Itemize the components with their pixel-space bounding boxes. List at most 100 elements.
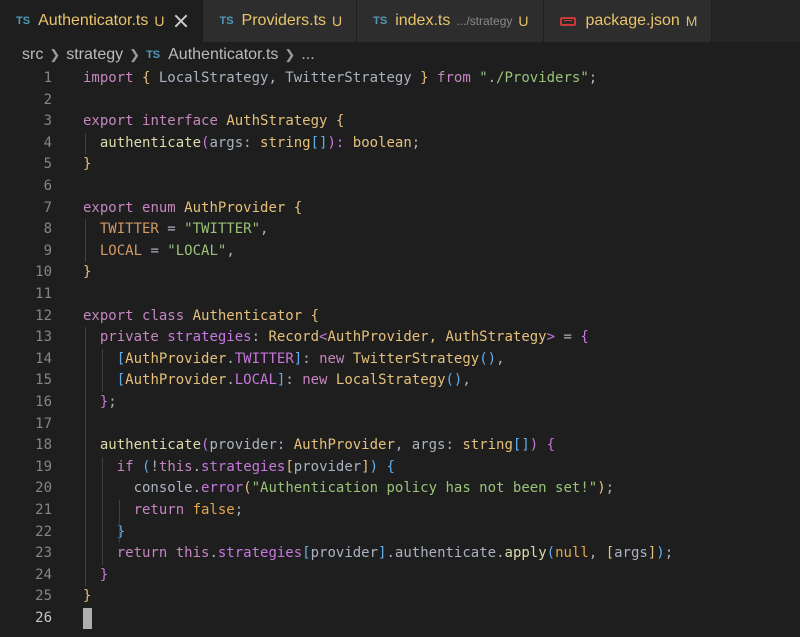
code-line[interactable]: 1 import { LocalStrategy, TwitterStrategy… [0, 68, 800, 90]
code-token: = [167, 221, 185, 238]
code-line[interactable]: 23 return this.strategies[provider].auth… [0, 543, 800, 565]
code-token: } [83, 588, 92, 605]
code-token: . [496, 545, 505, 562]
code-token: strategies [201, 458, 286, 475]
indent-guide [85, 219, 86, 263]
code-token: strategies [217, 545, 303, 562]
code-line[interactable]: 6 [0, 176, 800, 198]
code-token: false [192, 502, 235, 518]
code-line[interactable]: 5} [0, 154, 800, 176]
code-line[interactable]: 8 TWITTER = "TWITTER", [0, 219, 800, 241]
code-line[interactable]: 22 } [0, 522, 800, 544]
line-number: 22 [35, 523, 52, 540]
breadcrumb-file[interactable]: Authenticator.ts [168, 46, 278, 64]
code-token: . [209, 545, 218, 562]
tab-bar: TS Authenticator.ts U TS Providers.ts U … [0, 0, 800, 42]
breadcrumb-folder-src[interactable]: src [22, 46, 43, 64]
code-line[interactable]: 4 authenticate(args: string[]): boolean; [0, 133, 800, 155]
code-line[interactable]: 26 [0, 608, 800, 630]
untracked-badge: U [154, 13, 165, 29]
code-text: console.error("Authentication policy has… [83, 478, 615, 500]
code-token: , [226, 242, 235, 259]
code-token: ; [234, 502, 244, 518]
code-token: LOCAL [83, 242, 151, 259]
code-line[interactable]: 16 }; [0, 392, 800, 414]
code-token: this [158, 458, 193, 475]
code-token: authenticate [83, 134, 202, 151]
code-line[interactable]: 15 [AuthProvider.LOCAL]: new LocalStrate… [0, 370, 800, 392]
code-token: [] [310, 134, 328, 151]
code-line[interactable]: 14 [AuthProvider.TWITTER]: new TwitterSt… [0, 349, 800, 371]
code-token: } [83, 156, 92, 173]
breadcrumb: src ❯ strategy ❯ TS Authenticator.ts ❯ .… [0, 42, 800, 68]
tab-label: index.ts [395, 12, 451, 29]
code-line[interactable]: 2 [0, 90, 800, 112]
code-line[interactable]: 9 LOCAL = "LOCAL", [0, 241, 800, 263]
code-token: ): [327, 134, 353, 151]
breadcrumb-folder-strategy[interactable]: strategy [66, 46, 123, 64]
tab-authenticator[interactable]: TS Authenticator.ts U [0, 0, 204, 42]
code-token: strategies [167, 329, 252, 346]
tab-label: Authenticator.ts [38, 12, 149, 29]
code-editor[interactable]: 1 import { LocalStrategy, TwitterStrategy… [0, 68, 800, 637]
code-token: ; [588, 70, 598, 86]
tab-package-json[interactable]: package.json M [543, 0, 713, 42]
code-token: { [335, 113, 345, 130]
code-text: } [83, 262, 91, 284]
code-token: ) [529, 437, 547, 454]
chevron-right-icon: ❯ [129, 47, 141, 62]
line-number: 10 [35, 264, 52, 281]
code-line[interactable]: 20 console.error("Authentication policy … [0, 478, 800, 500]
code-line[interactable]: 24 } [0, 565, 800, 587]
breadcrumb-more[interactable]: ... [301, 46, 314, 64]
code-line[interactable]: 11 [0, 284, 800, 306]
code-token: new [302, 372, 336, 389]
tab-label: Providers.ts [241, 12, 327, 29]
code-line[interactable]: 7 export enum AuthProvider { [0, 198, 800, 220]
code-token: interface [142, 113, 227, 130]
code-token: { [386, 458, 395, 475]
code-line[interactable]: 21 return false; [0, 500, 800, 522]
code-token: export [83, 307, 143, 324]
code-token: [ [83, 350, 126, 367]
code-line[interactable]: 12 export class Authenticator { [0, 306, 800, 328]
code-token: boolean [352, 134, 412, 151]
code-token: null [555, 545, 589, 562]
code-token: this [175, 545, 210, 562]
code-line[interactable]: 19 if (!this.strategies[provider]) { [0, 457, 800, 479]
code-token: () [445, 372, 463, 389]
indent-guide [101, 456, 103, 565]
code-text: TWITTER = "TWITTER", [83, 219, 269, 241]
code-token: export [83, 113, 143, 130]
code-line[interactable]: 18 authenticate(provider: AuthProvider, … [0, 435, 800, 457]
code-token: provider [310, 545, 379, 562]
indent-guide [118, 500, 120, 544]
line-number: 5 [43, 156, 52, 173]
code-text: if (!this.strategies[provider]) { [83, 457, 395, 479]
code-token: AuthProvider [184, 199, 294, 216]
code-token: ; [411, 134, 421, 151]
close-icon[interactable] [174, 14, 188, 28]
code-line[interactable]: 13 private strategies: Record<AuthProvid… [0, 327, 800, 349]
code-token: = [563, 329, 581, 346]
typescript-icon: TS [146, 49, 161, 61]
code-token: "TWITTER" [184, 221, 261, 238]
tab-index[interactable]: TS index.ts .../strategy U [357, 0, 544, 42]
code-token: : [251, 329, 269, 346]
code-token: = [150, 242, 168, 259]
code-line[interactable]: 17 [0, 414, 800, 436]
line-number: 23 [35, 545, 52, 562]
chevron-right-icon: ❯ [49, 47, 61, 62]
line-number: 13 [35, 329, 52, 346]
code-line[interactable]: 10} [0, 262, 800, 284]
code-token: ) [656, 545, 665, 562]
code-line[interactable]: 25} [0, 586, 800, 608]
code-text: import { LocalStrategy, TwitterStrategy … [83, 68, 597, 90]
line-number: 18 [35, 437, 52, 454]
code-token: ( [243, 480, 252, 497]
tab-providers[interactable]: TS Providers.ts U [203, 0, 358, 42]
code-token: from [437, 70, 480, 86]
code-text: [AuthProvider.TWITTER]: new TwitterStrat… [83, 349, 505, 371]
code-line[interactable]: 3 export interface AuthStrategy { [0, 111, 800, 133]
line-number: 21 [35, 502, 52, 518]
